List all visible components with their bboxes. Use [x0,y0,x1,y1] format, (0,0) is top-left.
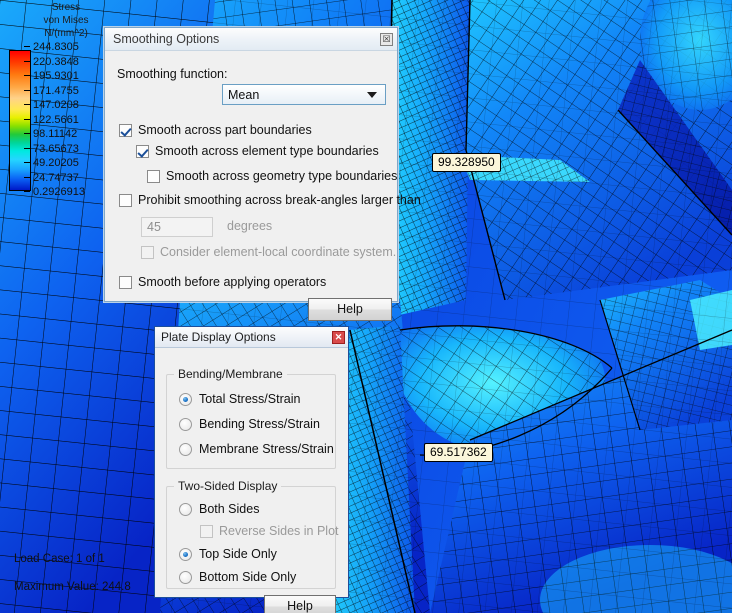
close-icon[interactable]: ✕ [332,330,345,344]
checkbox-icon[interactable] [119,193,132,207]
checkbox-label: Consider element-local coordinate system… [160,245,397,259]
checkbox-icon[interactable] [136,144,149,158]
legend-value: 0.2926913 [33,186,85,198]
smoothing-help-button[interactable]: Help [308,298,392,321]
legend-header: Stress von Mises N/(mm^2) [26,1,106,40]
checkbox-smooth-geometry-type-boundaries[interactable]: Smooth across geometry type boundaries [147,169,397,183]
checkbox-label: Prohibit smoothing across break-angles l… [138,193,421,207]
value-callout[interactable]: 99.328950 [432,153,501,172]
smoothing-function-label: Smoothing function: [117,67,228,81]
radio-icon[interactable] [179,547,192,561]
chevron-down-icon [367,91,377,98]
legend-value: 220.3848 [33,55,79,68]
checkbox-icon[interactable] [119,275,132,289]
radio-both-sides[interactable]: Both Sides [179,502,259,516]
legend-value: 122.5661 [33,113,79,126]
radio-icon[interactable] [179,392,192,406]
smoothing-function-select[interactable]: Mean [222,84,386,105]
radio-total-stress-strain[interactable]: Total Stress/Strain [179,392,300,406]
checkbox-icon [200,524,213,538]
checkbox-prohibit-smoothing-break-angles[interactable]: Prohibit smoothing across break-angles l… [119,193,421,207]
legend-value: 147.0208 [33,99,79,111]
radio-label: Both Sides [199,502,260,516]
plate-dialog-title: Plate Display Options [161,330,276,344]
radio-icon[interactable] [179,502,192,516]
checkbox-reverse-sides-in-plot: Reverse Sides in Plot [200,524,339,538]
checkbox-smooth-before-applying-operators[interactable]: Smooth before applying operators [119,275,326,289]
checkbox-smooth-element-type-boundaries[interactable]: Smooth across element type boundaries [136,144,379,158]
checkbox-label: Smooth before applying operators [138,275,327,289]
legend-value: 73.65673 [33,142,79,155]
legend-value: 171.4755 [33,84,79,97]
radio-bottom-side-only[interactable]: Bottom Side Only [179,570,296,584]
radio-label: Bending Stress/Strain [199,417,320,431]
plate-dialog-titlebar[interactable]: Plate Display Options ✕ [155,327,348,348]
plate-help-button[interactable]: Help [264,595,336,613]
legend-value: 98.11142 [33,128,78,140]
value-callout[interactable]: 69.517362 [424,443,493,462]
bending-membrane-group-title: Bending/Membrane [174,367,287,381]
checkbox-icon[interactable] [119,123,132,137]
smoothing-function-value: Mean [228,87,260,102]
legend-header-line-1: Stress [51,2,81,13]
two-sided-display-group-title: Two-Sided Display [174,479,282,493]
checkbox-icon [141,245,154,259]
legend-header-line-3: N/(mm^2) [44,28,88,39]
legend-value: 49.20205 [33,157,79,169]
smoothing-options-dialog[interactable]: Smoothing Options ☒ Smoothing function: … [104,27,421,321]
checkbox-label: Smooth across part boundaries [138,123,312,137]
checkbox-smooth-part-boundaries[interactable]: Smooth across part boundaries [119,123,312,137]
checkbox-consider-element-local-coordinate-system: Consider element-local coordinate system… [141,245,396,259]
radio-top-side-only[interactable]: Top Side Only [179,547,277,561]
maximum-value-text: Maximum Value: 244.8 [14,581,131,593]
checkbox-label: Smooth across element type boundaries [155,144,379,158]
radio-label: Membrane Stress/Strain [199,442,334,456]
radio-icon[interactable] [179,570,192,584]
radio-bending-stress-strain[interactable]: Bending Stress/Strain [179,417,320,431]
radio-icon[interactable] [179,442,192,456]
legend-value: 24.74737 [33,171,79,184]
stress-colorbar [9,50,31,191]
legend-header-line-2: von Mises [43,15,89,26]
radio-label: Top Side Only [199,547,277,561]
close-icon[interactable]: ☒ [380,32,393,46]
checkbox-label: Smooth across geometry type boundaries [166,169,398,183]
radio-label: Bottom Side Only [199,570,297,584]
radio-membrane-stress-strain[interactable]: Membrane Stress/Strain [179,442,334,456]
smoothing-dialog-title: Smoothing Options [113,32,220,46]
radio-label: Total Stress/Strain [199,392,301,406]
plate-display-options-dialog[interactable]: Plate Display Options ✕ Bending/Membrane… [154,326,349,613]
smoothing-dialog-titlebar[interactable]: Smoothing Options ☒ [105,28,397,51]
radio-icon[interactable] [179,417,192,431]
break-angle-input[interactable]: 45 [141,217,213,237]
checkbox-label: Reverse Sides in Plot [219,524,339,538]
checkbox-icon[interactable] [147,169,160,183]
degrees-label: degrees [227,219,273,233]
legend-value: 244.8305 [33,41,79,53]
load-case-text: Load Case: 1 of 1 [14,553,105,565]
legend-value: 195.9301 [33,70,79,82]
